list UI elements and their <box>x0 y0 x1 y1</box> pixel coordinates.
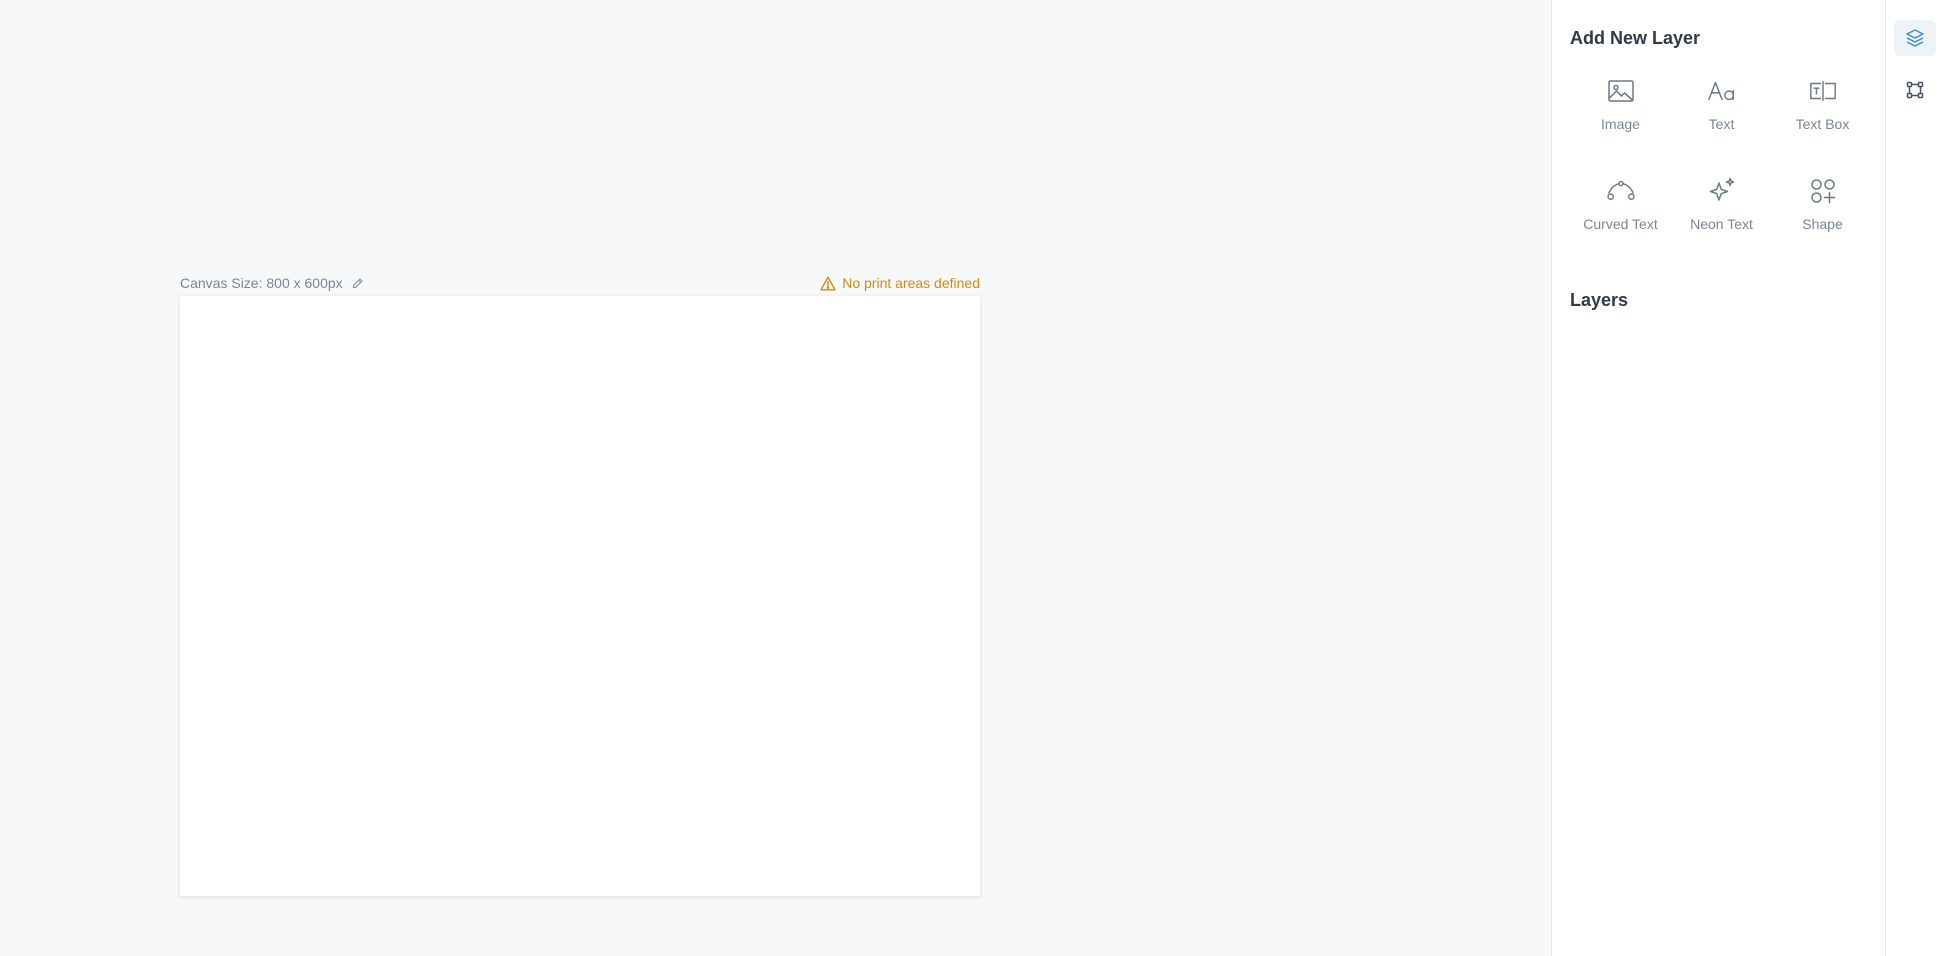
sparkle-icon <box>1707 176 1737 206</box>
workspace: Canvas Size: 800 x 600px No print areas … <box>0 0 1551 956</box>
warning-icon <box>820 276 836 290</box>
shape-option-label: Shape <box>1802 216 1843 232</box>
add-curved-text-layer-button[interactable]: Curved Text <box>1570 170 1671 270</box>
layer-options-grid: Image Text Text Box Curved Text Neon Tex… <box>1570 70 1873 270</box>
canvas-toolbar: Canvas Size: 800 x 600px No print areas … <box>180 272 980 294</box>
vector-tab-button[interactable] <box>1894 72 1936 108</box>
text-icon <box>1707 76 1737 106</box>
pencil-icon <box>352 277 363 288</box>
shapes-icon <box>1808 176 1838 206</box>
canvas-size-label: Canvas Size: 800 x 600px <box>180 275 343 291</box>
app: Canvas Size: 800 x 600px No print areas … <box>0 0 1944 956</box>
add-text-box-layer-button[interactable]: Text Box <box>1772 70 1873 170</box>
design-canvas[interactable] <box>180 296 980 896</box>
add-shape-layer-button[interactable]: Shape <box>1772 170 1873 270</box>
vector-nodes-icon <box>1906 81 1924 99</box>
curved-text-option-label: Curved Text <box>1583 216 1658 232</box>
image-option-label: Image <box>1601 116 1640 132</box>
text-box-icon <box>1808 76 1838 106</box>
add-text-layer-button[interactable]: Text <box>1671 70 1772 170</box>
right-panel: Add New Layer Image Text Text Box Curved… <box>1551 0 1886 956</box>
add-image-layer-button[interactable]: Image <box>1570 70 1671 170</box>
add-neon-text-layer-button[interactable]: Neon Text <box>1671 170 1772 270</box>
layers-title: Layers <box>1570 290 1629 310</box>
layers-tab-button[interactable] <box>1894 20 1936 56</box>
side-rail <box>1886 0 1944 956</box>
neon-text-option-label: Neon Text <box>1690 216 1753 232</box>
add-layer-title: Add New Layer <box>1570 28 1701 48</box>
print-area-warning: No print areas defined <box>820 275 980 291</box>
curved-text-icon <box>1606 176 1636 206</box>
canvas-size-info: Canvas Size: 800 x 600px <box>180 275 364 291</box>
image-icon <box>1606 76 1636 106</box>
edit-canvas-size-button[interactable] <box>351 277 364 290</box>
text-box-option-label: Text Box <box>1795 116 1850 132</box>
text-option-label: Text <box>1708 116 1735 132</box>
layers-icon <box>1906 29 1924 47</box>
warning-text: No print areas defined <box>842 275 980 291</box>
